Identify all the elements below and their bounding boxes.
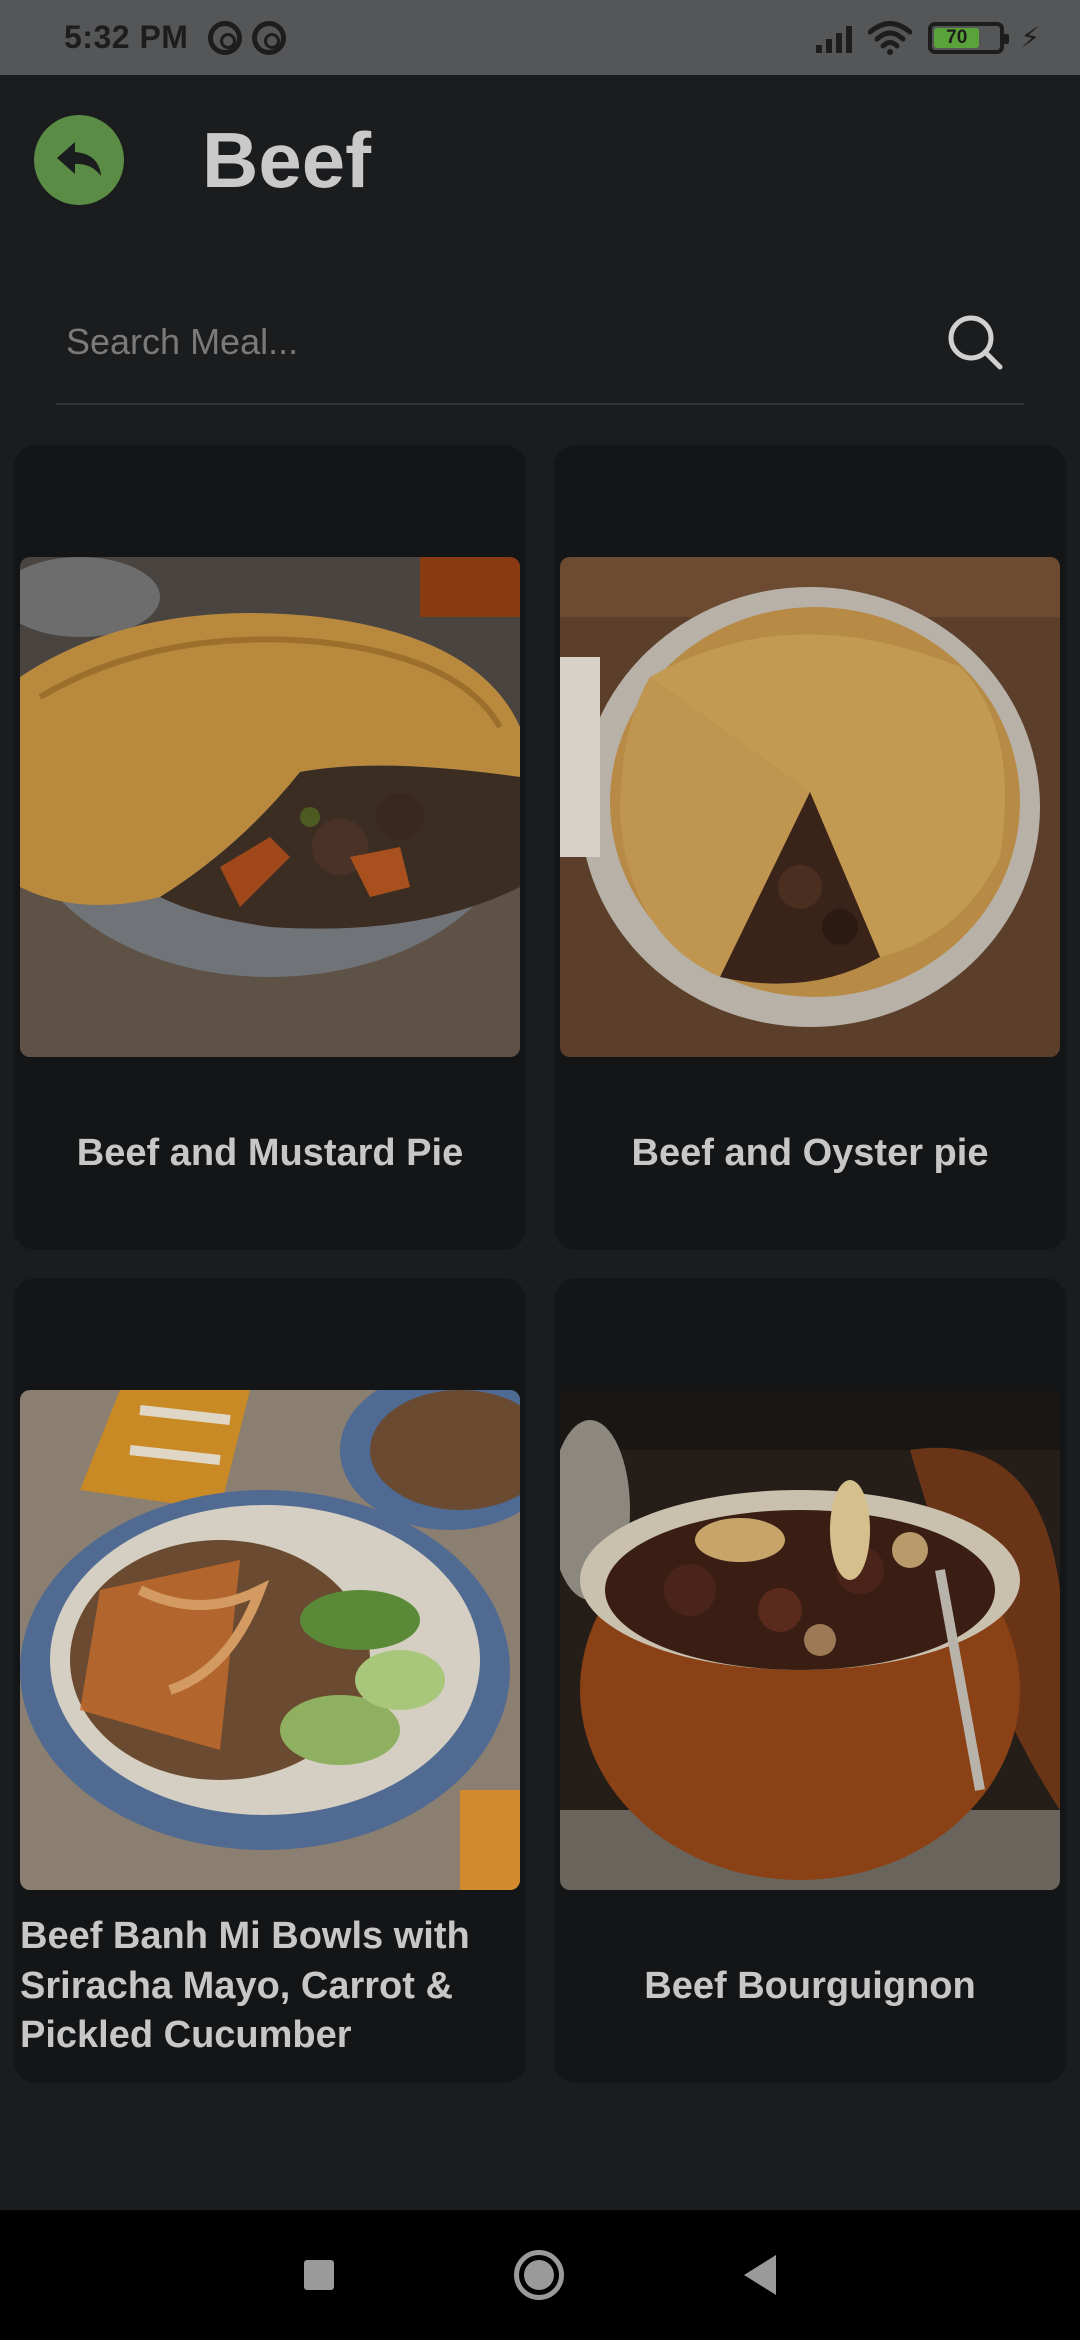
status-notification-icons [208, 20, 287, 55]
header: Beef [34, 100, 1046, 220]
back-icon[interactable] [744, 2255, 776, 2295]
meal-image [560, 1390, 1060, 1890]
meal-image [560, 557, 1060, 1057]
meal-card[interactable]: Beef Bourguignon [554, 1278, 1066, 2083]
meal-title: Beef Bourguignon [644, 1964, 976, 2007]
home-icon[interactable] [514, 2250, 564, 2300]
recent-apps-icon[interactable] [304, 2260, 334, 2290]
meal-card[interactable]: Beef and Mustard Pie [14, 445, 526, 1250]
search-bar [56, 280, 1024, 405]
meal-title: Beef and Mustard Pie [76, 1131, 464, 1174]
wifi-icon [868, 20, 913, 55]
status-time: 5:32 PM [64, 19, 189, 55]
back-arrow-icon [57, 142, 101, 176]
status-bar: 5:32 PM 70 ⚡ [0, 0, 1080, 75]
meal-image [20, 557, 520, 1057]
battery-level: 70 [934, 27, 980, 48]
battery-icon: 70 [928, 21, 1010, 54]
status-system-icons: 70 ⚡ [816, 20, 1040, 55]
meal-card[interactable]: Beef and Oyster pie [554, 445, 1066, 1250]
charging-bolt-icon: ⚡ [1020, 22, 1040, 53]
a-circle-icon [252, 20, 287, 55]
meal-grid: Beef and Mustard Pie Beef and Oyster pie [14, 445, 1066, 2083]
meal-title: Beef and Oyster pie [631, 1131, 989, 1174]
meal-title-line: Sriracha Mayo, Carrot & [20, 1964, 453, 2007]
meal-card[interactable]: Beef Banh Mi Bowls with Sriracha Mayo, C… [14, 1278, 526, 2083]
page-title: Beef [202, 115, 372, 204]
system-navigation-bar [0, 2210, 1080, 2340]
meal-title-line: Beef Banh Mi Bowls with [20, 1915, 470, 1958]
meal-title-line: Pickled Cucumber [20, 2014, 352, 2057]
search-icon[interactable] [940, 307, 1010, 377]
a-circle-icon [208, 20, 243, 55]
meal-title: Beef Banh Mi Bowls with Sriracha Mayo, C… [14, 1890, 526, 2083]
signal-icon [816, 23, 853, 53]
back-button[interactable] [34, 115, 124, 205]
meal-image [20, 1390, 520, 1890]
search-input[interactable] [56, 320, 940, 363]
